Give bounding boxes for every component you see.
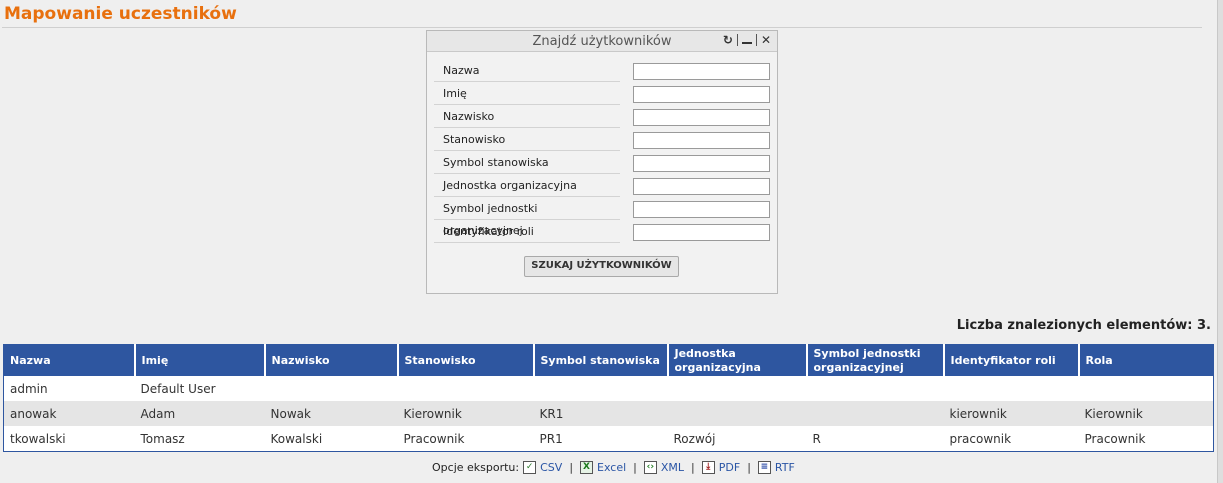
field-label: Stanowisko	[434, 129, 620, 151]
table-cell	[944, 376, 1079, 401]
field-row-identyfikator-roli: Identyfikator roli	[434, 221, 771, 244]
table-cell: admin	[10, 381, 48, 396]
table-cell: Adam	[134, 401, 265, 426]
page-scrollbar[interactable]	[1217, 0, 1223, 483]
column-header-nazwisko[interactable]: Nazwisko	[264, 344, 399, 376]
table-cell: Default User	[140, 381, 216, 396]
table-cell: Tomasz	[140, 431, 185, 446]
field-label: Jednostka organizacyjna	[434, 175, 620, 197]
page-title: Mapowanie uczestników	[4, 4, 237, 24]
table-cell: Kowalski	[270, 431, 323, 446]
export-xml-link[interactable]: XML	[661, 461, 684, 474]
column-header-nazwa[interactable]: Nazwa	[3, 344, 136, 376]
table-cell: R	[812, 431, 821, 446]
column-header-imie[interactable]: Imię	[134, 344, 266, 376]
table-header-row: Nazwa Imię Nazwisko Stanowisko Symbol st…	[3, 344, 1214, 376]
field-label: Nazwisko	[434, 106, 620, 128]
field-label: Nazwa	[434, 60, 620, 82]
table-row[interactable]: admin Default User	[4, 376, 1214, 401]
field-label: Symbol jednostki organizacyjnej	[434, 198, 620, 237]
jednostka-input[interactable]	[633, 178, 770, 195]
export-separator: |	[691, 461, 695, 474]
pdf-icon[interactable]: ⤓	[701, 461, 715, 474]
csv-icon[interactable]: ✓	[523, 461, 537, 474]
table-cell	[806, 401, 944, 426]
table-cell	[265, 376, 398, 401]
nazwisko-input[interactable]	[633, 109, 770, 126]
table-cell: tkowalski	[10, 431, 66, 446]
table-cell: Nowak	[264, 401, 398, 426]
nazwa-input[interactable]	[633, 63, 770, 80]
results-table: Nazwa Imię Nazwisko Stanowisko Symbol st…	[3, 344, 1214, 452]
table-cell	[667, 401, 807, 426]
column-header-rola[interactable]: Rola	[1078, 344, 1214, 376]
table-cell: Pracownik	[1084, 431, 1146, 446]
table-cell: Kierownik	[1078, 401, 1214, 426]
export-label: Opcje eksportu:	[432, 461, 520, 474]
table-row[interactable]: anowak Adam Nowak Kierownik KR1 kierowni…	[3, 401, 1214, 426]
table-cell: Rozwój	[673, 431, 716, 446]
tool-separator	[736, 34, 738, 46]
table-cell	[534, 376, 668, 401]
field-label: Symbol stanowiska	[434, 152, 620, 174]
tool-separator	[755, 34, 757, 46]
identyfikator-roli-input[interactable]	[633, 224, 770, 241]
export-pdf-link[interactable]: PDF	[719, 461, 740, 474]
table-row[interactable]: tkowalski Tomasz Kowalski Pracownik PR1 …	[4, 426, 1214, 452]
table-cell: KR1	[533, 401, 668, 426]
export-csv-link[interactable]: CSV	[540, 461, 562, 474]
results-count: Liczba znalezionych elementów: 3.	[956, 318, 1211, 333]
column-header-jednostka[interactable]: Jednostka organizacyjna	[667, 344, 808, 376]
field-label: Imię	[434, 83, 620, 105]
imie-input[interactable]	[633, 86, 770, 103]
table-cell: PR1	[539, 431, 563, 446]
table-cell	[668, 376, 807, 401]
title-divider	[2, 27, 1202, 28]
excel-icon[interactable]: X	[580, 461, 594, 474]
table-cell: kierownik	[943, 401, 1079, 426]
rtf-icon[interactable]: ≡	[757, 461, 771, 474]
field-row-jednostka: Jednostka organizacyjna	[434, 175, 771, 198]
close-icon[interactable]: ✕	[761, 33, 771, 47]
table-cell	[807, 376, 944, 401]
field-row-imie: Imię	[434, 83, 771, 106]
panel-header: Znajdź użytkowników ↻ ✕	[427, 31, 777, 52]
export-separator: |	[747, 461, 751, 474]
panel-tools: ↻ ✕	[723, 33, 771, 47]
field-row-symbol-jednostki: Symbol jednostki organizacyjnej	[434, 198, 771, 237]
field-row-nazwisko: Nazwisko	[434, 106, 771, 129]
table-cell: Pracownik	[403, 431, 465, 446]
column-header-stanowisko[interactable]: Stanowisko	[397, 344, 535, 376]
xml-icon[interactable]: ‹›	[643, 461, 657, 474]
column-header-symbol-stanowiska[interactable]: Symbol stanowiska	[533, 344, 669, 376]
export-separator: |	[569, 461, 574, 474]
refresh-icon[interactable]: ↻	[723, 33, 733, 47]
table-cell: Kierownik	[397, 401, 534, 426]
table-cell	[398, 376, 534, 401]
stanowisko-input[interactable]	[633, 132, 770, 149]
export-separator: |	[633, 461, 637, 474]
export-options: Opcje eksportu: ✓ CSV | X Excel | ‹› XML…	[432, 461, 795, 474]
column-header-identyfikator-roli[interactable]: Identyfikator roli	[943, 344, 1080, 376]
table-cell	[1079, 376, 1214, 401]
table-cell: anowak	[3, 401, 135, 426]
minimize-icon[interactable]	[741, 33, 752, 47]
export-rtf-link[interactable]: RTF	[775, 461, 795, 474]
field-row-stanowisko: Stanowisko	[434, 129, 771, 152]
field-row-symbol-stanowiska: Symbol stanowiska	[434, 152, 771, 175]
symbol-stanowiska-input[interactable]	[633, 155, 770, 172]
export-excel-link[interactable]: Excel	[597, 461, 626, 474]
column-header-symbol-jednostki[interactable]: Symbol jednostki organizacyjnej	[806, 344, 945, 376]
search-users-panel: Znajdź użytkowników ↻ ✕ Nazwa Imię Nazwi…	[426, 30, 778, 294]
search-users-button[interactable]: SZUKAJ UŻYTKOWNIKÓW	[524, 256, 679, 277]
field-label: Identyfikator roli	[434, 221, 620, 243]
table-cell: pracownik	[949, 431, 1012, 446]
field-row-nazwa: Nazwa	[434, 60, 771, 83]
symbol-jednostki-input[interactable]	[633, 201, 770, 218]
